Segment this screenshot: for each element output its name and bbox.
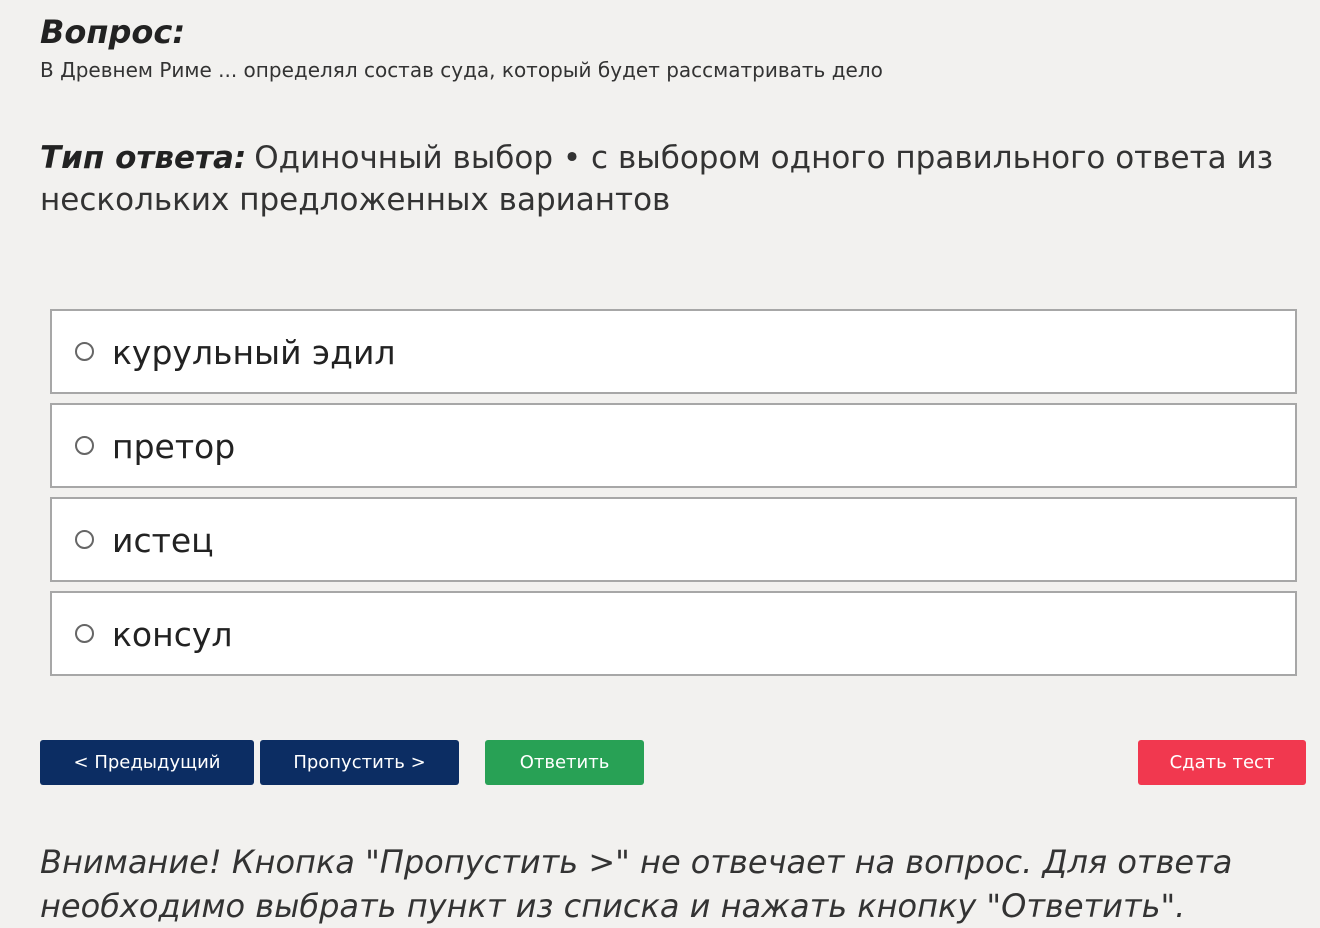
- option-item[interactable]: курульный эдил: [50, 309, 1297, 394]
- radio-unchecked-icon[interactable]: [75, 530, 94, 549]
- question-text: В Древнем Риме ... определял состав суда…: [40, 58, 883, 82]
- option-label: претор: [112, 427, 236, 466]
- option-label: консул: [112, 615, 233, 654]
- question-heading: Вопрос:: [40, 13, 186, 51]
- previous-button[interactable]: < Предыдущий: [40, 740, 254, 785]
- option-item[interactable]: консул: [50, 591, 1297, 676]
- radio-unchecked-icon[interactable]: [75, 624, 94, 643]
- radio-unchecked-icon[interactable]: [75, 342, 94, 361]
- answer-type: Тип ответа: Одиночный выбор • с выбором о…: [40, 137, 1280, 221]
- option-item[interactable]: претор: [50, 403, 1297, 488]
- radio-unchecked-icon[interactable]: [75, 436, 94, 455]
- option-item[interactable]: истец: [50, 497, 1297, 582]
- answer-type-label: Тип ответа:: [40, 140, 247, 176]
- options-list: курульный эдил претор истец консул: [50, 309, 1297, 685]
- skip-button[interactable]: Пропустить >: [260, 740, 459, 785]
- warning-text: Внимание! Кнопка "Пропустить >" не отвеч…: [40, 843, 1233, 925]
- answer-button[interactable]: Ответить: [485, 740, 644, 785]
- option-label: истец: [112, 521, 214, 560]
- submit-test-button[interactable]: Сдать тест: [1138, 740, 1306, 785]
- option-label: курульный эдил: [112, 333, 396, 372]
